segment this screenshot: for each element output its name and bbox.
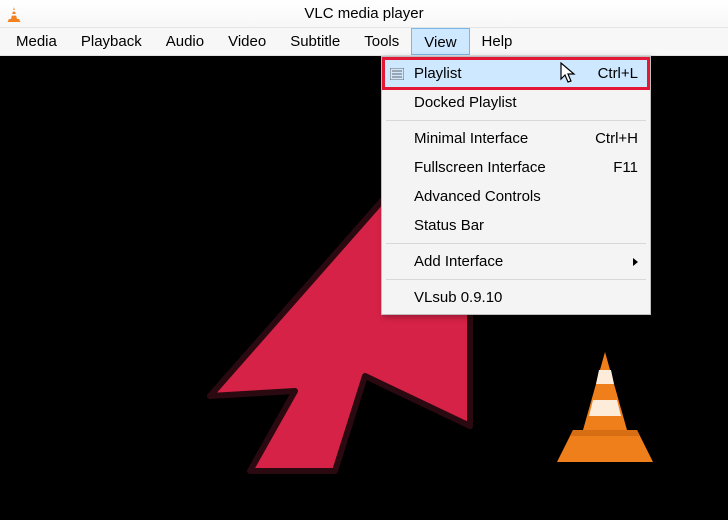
menu-media[interactable]: Media (4, 28, 69, 55)
menu-item-label: Add Interface (414, 253, 638, 270)
menu-subtitle[interactable]: Subtitle (278, 28, 352, 55)
menu-separator (386, 120, 646, 121)
menu-playback[interactable]: Playback (69, 28, 154, 55)
menu-item-advanced-controls[interactable]: Advanced Controls (384, 182, 648, 211)
menu-item-label: Playlist (414, 65, 578, 82)
window-title: VLC media player (0, 5, 728, 22)
menu-item-vlsub[interactable]: VLsub 0.9.10 (384, 283, 648, 312)
menu-tools[interactable]: Tools (352, 28, 411, 55)
menu-item-label: Status Bar (414, 217, 638, 234)
submenu-arrow-icon (633, 258, 638, 266)
menu-item-shortcut: Ctrl+H (595, 130, 638, 147)
vlc-cone-background-icon (555, 352, 655, 462)
menu-audio[interactable]: Audio (154, 28, 216, 55)
menu-item-add-interface[interactable]: Add Interface (384, 247, 648, 276)
menu-item-label: Docked Playlist (414, 94, 638, 111)
menubar: Media Playback Audio Video Subtitle Tool… (0, 28, 728, 56)
menu-item-shortcut: Ctrl+L (598, 65, 638, 82)
menu-video[interactable]: Video (216, 28, 278, 55)
menu-view[interactable]: View (411, 28, 469, 55)
menu-separator (386, 243, 646, 244)
menu-item-status-bar[interactable]: Status Bar (384, 211, 648, 240)
titlebar: VLC media player (0, 0, 728, 28)
menu-item-fullscreen-interface[interactable]: Fullscreen Interface F11 (384, 153, 648, 182)
menu-separator (386, 279, 646, 280)
menu-item-docked-playlist[interactable]: Docked Playlist (384, 88, 648, 117)
view-dropdown: Playlist Ctrl+L Docked Playlist Minimal … (381, 56, 651, 315)
vlc-cone-icon (6, 6, 22, 22)
menu-item-label: Fullscreen Interface (414, 159, 593, 176)
menu-item-label: Minimal Interface (414, 130, 575, 147)
menu-help[interactable]: Help (470, 28, 525, 55)
menu-item-shortcut: F11 (613, 159, 638, 176)
menu-item-minimal-interface[interactable]: Minimal Interface Ctrl+H (384, 124, 648, 153)
playlist-icon (390, 68, 404, 80)
menu-item-playlist[interactable]: Playlist Ctrl+L (384, 59, 648, 88)
menu-item-label: VLsub 0.9.10 (414, 289, 638, 306)
menu-item-label: Advanced Controls (414, 188, 638, 205)
